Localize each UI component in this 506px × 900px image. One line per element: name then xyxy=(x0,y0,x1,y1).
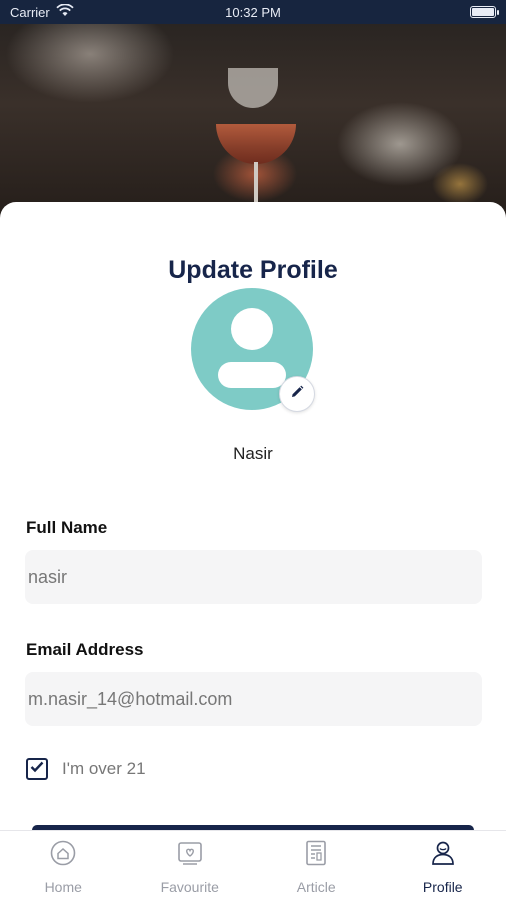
age-checkbox[interactable] xyxy=(26,758,48,780)
status-left: Carrier xyxy=(10,3,74,20)
avatar-body-shape xyxy=(218,362,286,388)
edit-avatar-button[interactable] xyxy=(279,376,315,412)
favourite-icon xyxy=(176,839,204,867)
hero-image xyxy=(0,24,506,224)
nav-label-profile: Profile xyxy=(422,879,463,895)
nav-item-favourite[interactable]: Favourite xyxy=(127,831,254,900)
full-name-input[interactable] xyxy=(25,550,482,604)
full-name-label: Full Name xyxy=(26,518,108,537)
nav-item-article[interactable]: Article xyxy=(253,831,380,900)
email-input[interactable] xyxy=(25,672,482,726)
wifi-icon xyxy=(56,3,74,20)
nav-label-article: Article xyxy=(296,879,336,895)
email-label: Email Address xyxy=(26,640,144,659)
profile-card: Update Profile Nasir Full Name Email Add… xyxy=(0,202,506,830)
nav-label-home: Home xyxy=(44,879,82,895)
nav-item-home[interactable]: Home xyxy=(0,831,127,900)
status-bar: Carrier 10:32 PM xyxy=(0,0,506,24)
page-title: Update Profile xyxy=(168,256,338,284)
cocktail-glass-shape xyxy=(216,124,296,164)
home-icon xyxy=(49,839,77,867)
battery-icon xyxy=(470,6,499,18)
age-checkbox-label: I'm over 21 xyxy=(62,759,146,778)
age-checkbox-row[interactable]: I'm over 21 xyxy=(26,758,146,780)
checkmark-icon xyxy=(30,760,44,778)
nav-item-profile[interactable]: Profile xyxy=(380,831,506,900)
pencil-icon xyxy=(290,385,304,404)
profile-name: Nasir xyxy=(233,444,273,463)
strainer-shape xyxy=(228,68,278,108)
status-time: 10:32 PM xyxy=(225,4,281,20)
carrier-label: Carrier xyxy=(10,4,50,20)
bottom-nav: Home Favourite Article Profile xyxy=(0,830,506,900)
article-icon xyxy=(302,839,330,867)
nav-label-favourite: Favourite xyxy=(160,879,219,895)
avatar-head-shape xyxy=(231,308,273,350)
profile-icon xyxy=(429,839,457,867)
glass-stem-shape xyxy=(254,162,258,202)
